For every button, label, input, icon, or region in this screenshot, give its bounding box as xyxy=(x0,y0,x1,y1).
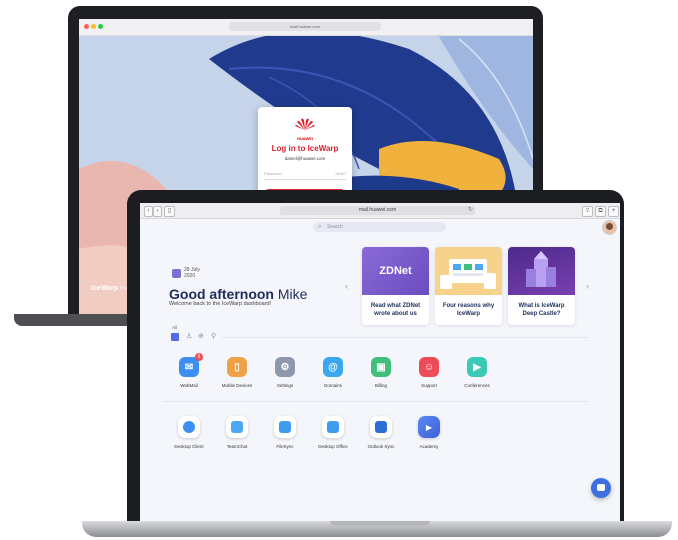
carousel-next-icon[interactable]: › xyxy=(586,281,589,291)
chat-icon xyxy=(597,484,605,491)
envelope-icon: ✉ 6 xyxy=(179,353,203,377)
back-arrow-icon[interactable]: ‹ xyxy=(144,206,153,217)
address-bar-text: mail.huawei.com xyxy=(358,207,397,213)
video-camera-icon: ▶ xyxy=(467,357,487,377)
at-sign-icon: @ xyxy=(323,357,343,377)
news-card-deep-castle[interactable]: What is IceWarp Deep Castle? xyxy=(508,247,575,325)
filter-all-label: All xyxy=(172,325,178,330)
calendar-icon xyxy=(172,269,181,278)
desktop-office-glyph xyxy=(327,421,339,433)
news-card-four-reasons[interactable]: Four reasons why IceWarp xyxy=(435,247,502,325)
news-card-zdnet[interactable]: ZDNet Read what ZDNet wrote about us xyxy=(362,247,429,325)
person-filter-icon[interactable]: ♙ xyxy=(186,332,192,340)
four-reasons-card-image xyxy=(435,247,502,295)
search-icon: ⌕ xyxy=(318,224,322,230)
support-agent-icon: ☺ xyxy=(419,357,439,377)
minimize-dot[interactable] xyxy=(91,24,96,29)
teamchat-glyph xyxy=(231,421,243,433)
date-block: 28 July 2020 xyxy=(184,267,200,279)
app-academy[interactable]: ▶ Academy xyxy=(401,416,457,449)
user-avatar[interactable] xyxy=(602,220,617,235)
address-bar[interactable]: mail.huawei.com xyxy=(280,206,475,215)
laptop-notch xyxy=(330,521,430,526)
new-tab-icon[interactable]: + xyxy=(608,206,619,217)
zdnet-card-image: ZDNet xyxy=(362,247,429,295)
castle-illustration xyxy=(526,251,556,287)
apps-divider xyxy=(162,401,588,402)
screens-illustration xyxy=(440,259,496,289)
app-label: Academy xyxy=(419,444,439,449)
date-year: 2020 xyxy=(184,273,196,279)
zdnet-logo: ZDNet xyxy=(379,265,412,277)
support-glyph: ☺ xyxy=(423,362,435,373)
deep-castle-card-image xyxy=(508,247,575,295)
grid-view-icon[interactable] xyxy=(171,333,179,341)
front-laptop-screen: ‹ › ▯ mail.huawei.com ↻ ⇪ ⧉ + ⌕ Search 2… xyxy=(140,203,620,523)
sidebar-toggle-icon[interactable]: ▯ xyxy=(164,206,175,217)
chat-bubble-icon xyxy=(226,416,248,438)
news-card-title: Read what ZDNet wrote about us xyxy=(370,303,421,317)
desktop-client-icon xyxy=(178,416,200,438)
tabs-icon[interactable]: ⧉ xyxy=(595,206,606,217)
forward-arrow-icon[interactable]: › xyxy=(153,206,162,217)
carousel-prev-icon[interactable]: ‹ xyxy=(345,281,348,291)
outlook-icon xyxy=(370,416,392,438)
filesync-glyph xyxy=(279,421,291,433)
back-browser-toolbar: mail.huawei.com xyxy=(79,19,533,36)
news-card-title: Four reasons why IceWarp xyxy=(442,303,495,317)
news-card-title: What is IceWarp Deep Castle? xyxy=(518,303,565,317)
outlook-glyph xyxy=(375,421,387,433)
back-address-bar[interactable]: mail.huawei.com xyxy=(229,22,381,31)
login-title: Log in to IceWarp xyxy=(271,144,339,153)
folder-icon xyxy=(274,416,296,438)
close-dot[interactable] xyxy=(84,24,89,29)
wallet-icon: ▣ xyxy=(371,357,391,377)
gear-glyph: ⚙ xyxy=(280,362,290,373)
search-placeholder: Search xyxy=(327,224,343,230)
wallet-glyph: ▣ xyxy=(376,362,386,373)
password-placeholder: Password xyxy=(264,171,282,176)
filter-divider xyxy=(222,337,588,338)
search-input[interactable]: ⌕ Search xyxy=(313,222,446,232)
unread-badge: 6 xyxy=(195,353,203,361)
gear-icon: ⚙ xyxy=(275,357,295,377)
mobile-devices-icon: ▯ xyxy=(227,357,247,377)
video-glyph: ▶ xyxy=(473,362,481,373)
greeting-heading: Good afternoon Mike xyxy=(169,286,307,302)
greeting-text: Good afternoon xyxy=(169,286,274,302)
play-icon: ▶ xyxy=(418,416,440,438)
greeting-name: Mike xyxy=(277,286,308,302)
password-visibility-toggle[interactable]: Hide? xyxy=(336,171,346,176)
huawei-logo-text: HUAWEI xyxy=(297,136,313,141)
app-label: Conferences xyxy=(464,383,490,388)
app-conferences[interactable]: ▶ Conferences xyxy=(449,357,505,388)
desktop-client-glyph xyxy=(183,421,195,433)
browser-toolbar: ‹ › ▯ mail.huawei.com ↻ ⇪ ⧉ + xyxy=(140,203,620,219)
play-glyph: ▶ xyxy=(425,422,433,432)
document-icon xyxy=(322,416,344,438)
huawei-logo-icon xyxy=(295,118,315,130)
chat-fab-button[interactable] xyxy=(591,478,611,498)
share-icon[interactable]: ⇪ xyxy=(582,206,593,217)
login-card: HUAWEI Log in to IceWarp daniel@huawei.c… xyxy=(258,107,352,203)
welcome-text: Welcome back to the IceWarp dashboard! xyxy=(169,301,272,307)
reload-icon[interactable]: ↻ xyxy=(468,206,473,213)
envelope-glyph: ✉ xyxy=(184,362,194,373)
maximize-dot[interactable] xyxy=(98,24,103,29)
password-field[interactable]: Password Hide? xyxy=(264,170,346,180)
at-glyph: @ xyxy=(328,362,338,373)
globe-filter-icon[interactable]: ⊕ xyxy=(198,332,204,340)
mobile-glyph: ▯ xyxy=(234,362,240,373)
brand-name: IceWarp xyxy=(91,285,118,292)
login-email: daniel@huawei.com xyxy=(284,156,326,161)
location-filter-icon[interactable]: ⚲ xyxy=(211,332,216,340)
